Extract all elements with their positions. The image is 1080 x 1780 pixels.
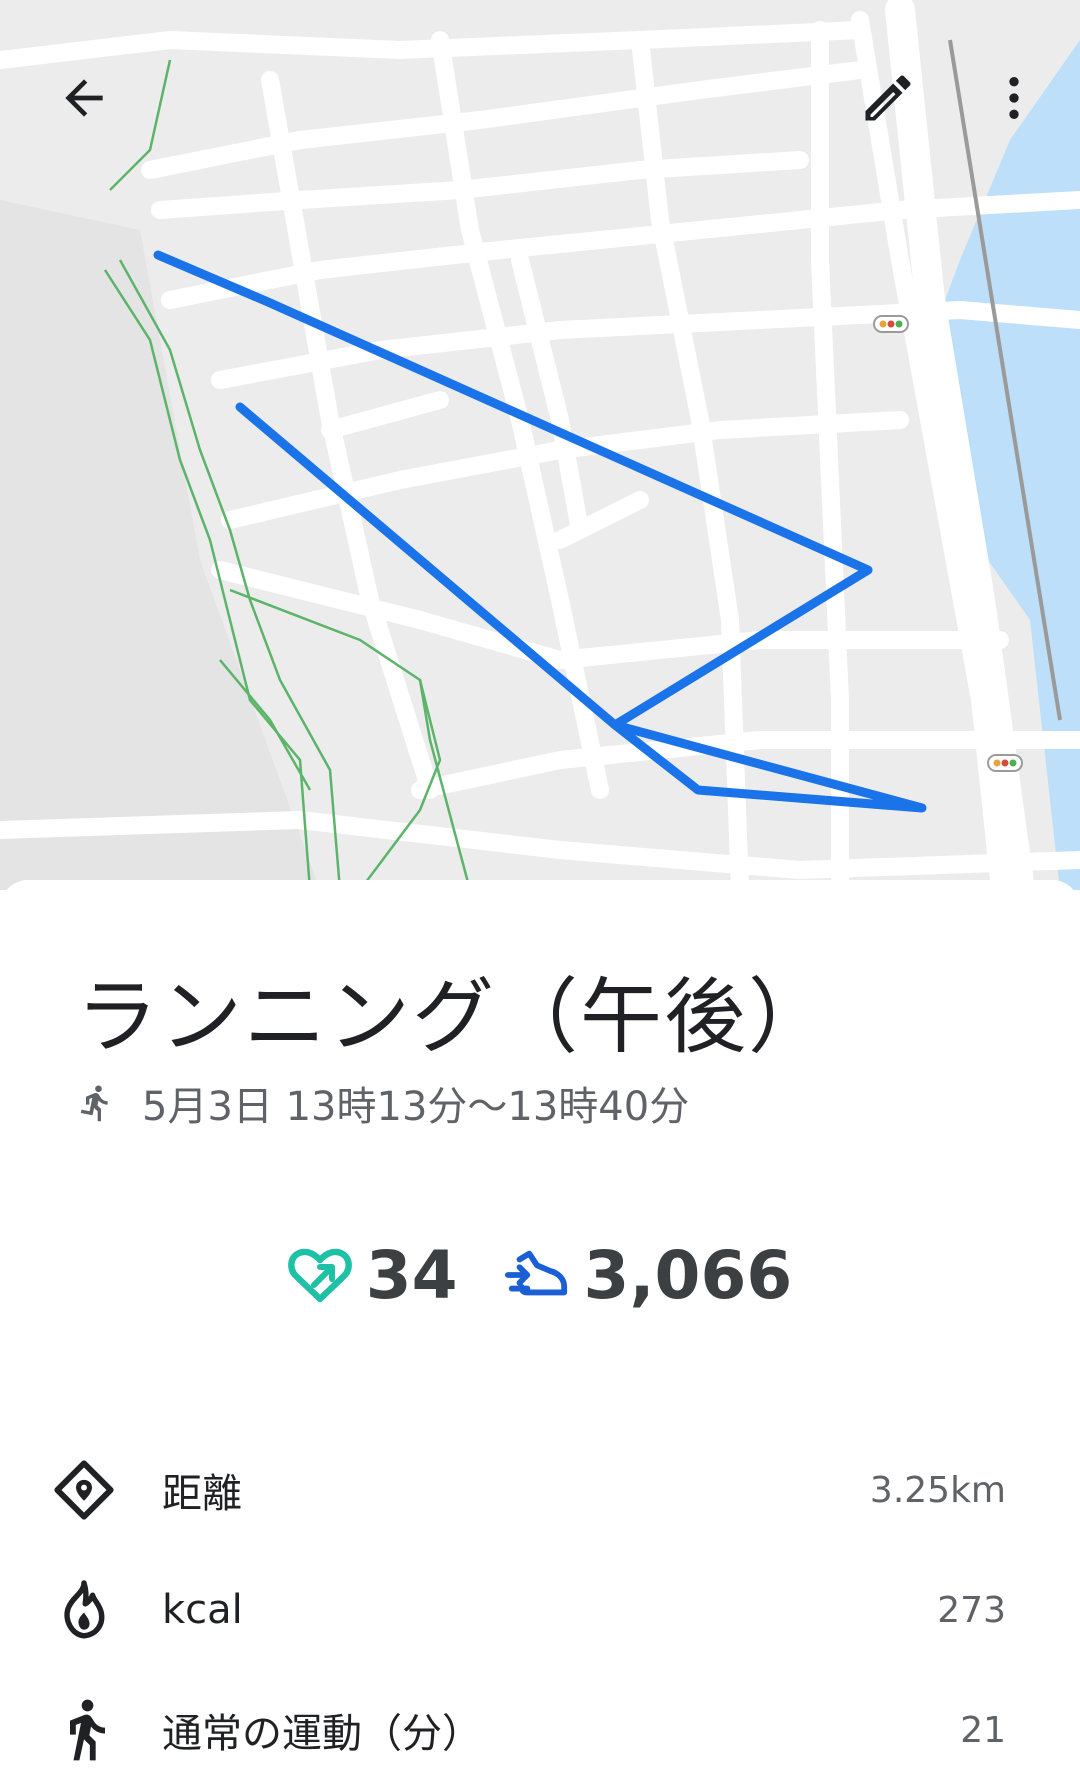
activity-time-range: 5月3日 13時13分〜13時40分: [142, 1084, 690, 1130]
metric-row-kcal[interactable]: kcal 273: [0, 1560, 1080, 1660]
activity-time-row: 5月3日 13時13分〜13時40分: [76, 1078, 689, 1130]
flame-icon: [48, 1574, 120, 1646]
running-icon: [80, 1085, 108, 1122]
stats-summary: 34 3,066: [0, 1220, 1080, 1330]
back-button[interactable]: [44, 58, 124, 138]
steps-value: 3,066: [583, 1236, 793, 1314]
steps-icon: [504, 1250, 567, 1296]
location-diamond-icon: [48, 1454, 120, 1526]
metric-row-move-minutes[interactable]: 通常の運動（分） 21: [0, 1680, 1080, 1780]
heart-points-value: 34: [365, 1236, 458, 1314]
metric-value-distance: 3.25km: [869, 1469, 1006, 1511]
more-options-button[interactable]: [974, 58, 1054, 138]
metric-label-distance: 距離: [162, 1471, 242, 1517]
steps-stat[interactable]: 3,066: [504, 1236, 793, 1314]
metric-value-move-minutes: 21: [960, 1709, 1006, 1751]
heart-points-icon: [287, 1248, 352, 1303]
activity-details-sheet: ランニング（午後） 5月3日 13時13分〜13時40分 34 3,066 距離…: [0, 880, 1080, 1761]
back-arrow-icon: [65, 79, 103, 117]
pencil-icon: [865, 75, 911, 121]
route-map[interactable]: [0, 0, 1080, 890]
metric-row-distance[interactable]: 距離 3.25km: [0, 1440, 1080, 1540]
walking-icon: [48, 1694, 120, 1766]
heart-points-stat[interactable]: 34: [287, 1236, 458, 1314]
more-vert-icon: [1009, 77, 1019, 119]
activity-title[interactable]: ランニング（午後）: [76, 950, 832, 1069]
edit-button[interactable]: [848, 58, 928, 138]
metric-value-kcal: 273: [937, 1589, 1006, 1631]
metric-label-move-minutes: 通常の運動（分）: [162, 1711, 482, 1757]
metric-label-kcal: kcal: [162, 1587, 243, 1633]
